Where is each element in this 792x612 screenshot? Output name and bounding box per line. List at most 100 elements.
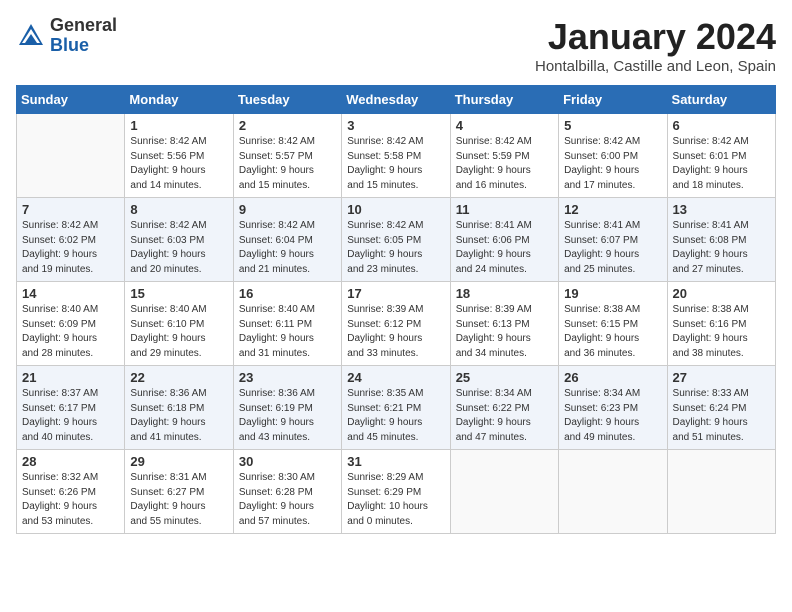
calendar-week-5: 28 Sunrise: 8:32 AM Sunset: 6:26 PM Dayli… <box>17 450 776 534</box>
day-number: 1 <box>130 118 227 133</box>
header-day-friday: Friday <box>559 86 667 114</box>
calendar-cell: 12 Sunrise: 8:41 AM Sunset: 6:07 PM Dayli… <box>559 198 667 282</box>
day-info: Sunrise: 8:42 AM Sunset: 6:02 PM Dayligh… <box>22 219 119 277</box>
day-number: 7 <box>22 202 119 217</box>
day-info: Sunrise: 8:38 AM Sunset: 6:15 PM Dayligh… <box>564 303 661 361</box>
day-info: Sunrise: 8:40 AM Sunset: 6:11 PM Dayligh… <box>239 303 336 361</box>
calendar-cell: 28 Sunrise: 8:32 AM Sunset: 6:26 PM Dayli… <box>17 450 125 534</box>
day-number: 26 <box>564 370 661 385</box>
day-number: 4 <box>456 118 553 133</box>
calendar-cell: 11Sunrise: 8:41 AM Sunset: 6:06 PM Dayli… <box>450 198 558 282</box>
day-info: Sunrise: 8:42 AM Sunset: 6:01 PM Dayligh… <box>673 135 770 193</box>
calendar-cell: 30Sunrise: 8:30 AM Sunset: 6:28 PM Dayli… <box>233 450 341 534</box>
title-block: January 2024 Hontalbilla, Castille and L… <box>535 16 776 75</box>
day-info: Sunrise: 8:40 AM Sunset: 6:09 PM Dayligh… <box>22 303 119 361</box>
calendar-cell: 21Sunrise: 8:37 AM Sunset: 6:17 PM Dayli… <box>17 366 125 450</box>
day-number: 23 <box>239 370 336 385</box>
day-info: Sunrise: 8:42 AM Sunset: 6:04 PM Dayligh… <box>239 219 336 277</box>
day-info: Sunrise: 8:42 AM Sunset: 5:56 PM Dayligh… <box>130 135 227 193</box>
day-info: Sunrise: 8:36 AM Sunset: 6:18 PM Dayligh… <box>130 387 227 445</box>
calendar-header-row: SundayMondayTuesdayWednesdayThursdayFrid… <box>17 86 776 114</box>
calendar-cell: 16Sunrise: 8:40 AM Sunset: 6:11 PM Dayli… <box>233 282 341 366</box>
day-info: Sunrise: 8:34 AM Sunset: 6:23 PM Dayligh… <box>564 387 661 445</box>
logo-blue: Blue <box>50 35 89 55</box>
day-info: Sunrise: 8:32 AM Sunset: 6:26 PM Dayligh… <box>22 471 119 529</box>
calendar-cell: 5 Sunrise: 8:42 AM Sunset: 6:00 PM Daylig… <box>559 114 667 198</box>
day-number: 2 <box>239 118 336 133</box>
day-info: Sunrise: 8:41 AM Sunset: 6:08 PM Dayligh… <box>673 219 770 277</box>
day-info: Sunrise: 8:42 AM Sunset: 6:00 PM Dayligh… <box>564 135 661 193</box>
calendar-cell: 29Sunrise: 8:31 AM Sunset: 6:27 PM Dayli… <box>125 450 233 534</box>
day-number: 3 <box>347 118 444 133</box>
day-info: Sunrise: 8:42 AM Sunset: 5:59 PM Dayligh… <box>456 135 553 193</box>
calendar-cell <box>667 450 775 534</box>
calendar-cell: 4 Sunrise: 8:42 AM Sunset: 5:59 PM Daylig… <box>450 114 558 198</box>
calendar-cell: 17 Sunrise: 8:39 AM Sunset: 6:12 PM Dayli… <box>342 282 450 366</box>
day-number: 31 <box>347 454 444 469</box>
day-number: 10 <box>347 202 444 217</box>
calendar-cell: 27 Sunrise: 8:33 AM Sunset: 6:24 PM Dayli… <box>667 366 775 450</box>
day-number: 30 <box>239 454 336 469</box>
day-info: Sunrise: 8:39 AM Sunset: 6:12 PM Dayligh… <box>347 303 444 361</box>
calendar-cell: 23 Sunrise: 8:36 AM Sunset: 6:19 PM Dayli… <box>233 366 341 450</box>
calendar-cell <box>17 114 125 198</box>
calendar-week-4: 21Sunrise: 8:37 AM Sunset: 6:17 PM Dayli… <box>17 366 776 450</box>
day-number: 20 <box>673 286 770 301</box>
calendar-cell: 19Sunrise: 8:38 AM Sunset: 6:15 PM Dayli… <box>559 282 667 366</box>
day-number: 27 <box>673 370 770 385</box>
day-info: Sunrise: 8:37 AM Sunset: 6:17 PM Dayligh… <box>22 387 119 445</box>
day-info: Sunrise: 8:40 AM Sunset: 6:10 PM Dayligh… <box>130 303 227 361</box>
calendar-cell: 2 Sunrise: 8:42 AM Sunset: 5:57 PM Daylig… <box>233 114 341 198</box>
calendar-week-2: 7 Sunrise: 8:42 AM Sunset: 6:02 PM Daylig… <box>17 198 776 282</box>
calendar-cell: 31 Sunrise: 8:29 AM Sunset: 6:29 PM Dayli… <box>342 450 450 534</box>
header-day-thursday: Thursday <box>450 86 558 114</box>
day-number: 18 <box>456 286 553 301</box>
day-info: Sunrise: 8:33 AM Sunset: 6:24 PM Dayligh… <box>673 387 770 445</box>
calendar-week-1: 1 Sunrise: 8:42 AM Sunset: 5:56 PM Daylig… <box>17 114 776 198</box>
calendar-cell: 6Sunrise: 8:42 AM Sunset: 6:01 PM Daylig… <box>667 114 775 198</box>
calendar-cell <box>450 450 558 534</box>
header-day-wednesday: Wednesday <box>342 86 450 114</box>
day-number: 29 <box>130 454 227 469</box>
calendar-cell: 25Sunrise: 8:34 AM Sunset: 6:22 PM Dayli… <box>450 366 558 450</box>
day-info: Sunrise: 8:35 AM Sunset: 6:21 PM Dayligh… <box>347 387 444 445</box>
day-number: 28 <box>22 454 119 469</box>
calendar-cell: 7 Sunrise: 8:42 AM Sunset: 6:02 PM Daylig… <box>17 198 125 282</box>
day-info: Sunrise: 8:29 AM Sunset: 6:29 PM Dayligh… <box>347 471 444 529</box>
calendar-cell: 24 Sunrise: 8:35 AM Sunset: 6:21 PM Dayli… <box>342 366 450 450</box>
day-number: 5 <box>564 118 661 133</box>
calendar-cell: 18Sunrise: 8:39 AM Sunset: 6:13 PM Dayli… <box>450 282 558 366</box>
day-number: 14 <box>22 286 119 301</box>
day-number: 13 <box>673 202 770 217</box>
day-number: 24 <box>347 370 444 385</box>
calendar-cell: 8Sunrise: 8:42 AM Sunset: 6:03 PM Daylig… <box>125 198 233 282</box>
logo-text: General Blue <box>50 16 117 56</box>
day-info: Sunrise: 8:42 AM Sunset: 5:57 PM Dayligh… <box>239 135 336 193</box>
header-day-sunday: Sunday <box>17 86 125 114</box>
header-day-monday: Monday <box>125 86 233 114</box>
day-info: Sunrise: 8:41 AM Sunset: 6:07 PM Dayligh… <box>564 219 661 277</box>
calendar-cell: 22 Sunrise: 8:36 AM Sunset: 6:18 PM Dayli… <box>125 366 233 450</box>
page-header: General Blue January 2024 Hontalbilla, C… <box>16 16 776 75</box>
calendar-week-3: 14 Sunrise: 8:40 AM Sunset: 6:09 PM Dayli… <box>17 282 776 366</box>
day-number: 12 <box>564 202 661 217</box>
calendar-cell: 14 Sunrise: 8:40 AM Sunset: 6:09 PM Dayli… <box>17 282 125 366</box>
calendar-cell: 9Sunrise: 8:42 AM Sunset: 6:04 PM Daylig… <box>233 198 341 282</box>
month-title: January 2024 <box>535 16 776 58</box>
calendar-cell: 10 Sunrise: 8:42 AM Sunset: 6:05 PM Dayli… <box>342 198 450 282</box>
day-number: 8 <box>130 202 227 217</box>
day-number: 15 <box>130 286 227 301</box>
day-info: Sunrise: 8:41 AM Sunset: 6:06 PM Dayligh… <box>456 219 553 277</box>
day-info: Sunrise: 8:42 AM Sunset: 6:05 PM Dayligh… <box>347 219 444 277</box>
calendar-cell: 3 Sunrise: 8:42 AM Sunset: 5:58 PM Daylig… <box>342 114 450 198</box>
calendar-cell: 26 Sunrise: 8:34 AM Sunset: 6:23 PM Dayli… <box>559 366 667 450</box>
calendar-cell: 20Sunrise: 8:38 AM Sunset: 6:16 PM Dayli… <box>667 282 775 366</box>
header-day-tuesday: Tuesday <box>233 86 341 114</box>
logo-general: General <box>50 15 117 35</box>
day-info: Sunrise: 8:36 AM Sunset: 6:19 PM Dayligh… <box>239 387 336 445</box>
day-number: 22 <box>130 370 227 385</box>
header-day-saturday: Saturday <box>667 86 775 114</box>
day-info: Sunrise: 8:42 AM Sunset: 5:58 PM Dayligh… <box>347 135 444 193</box>
day-number: 17 <box>347 286 444 301</box>
calendar-cell: 1 Sunrise: 8:42 AM Sunset: 5:56 PM Daylig… <box>125 114 233 198</box>
